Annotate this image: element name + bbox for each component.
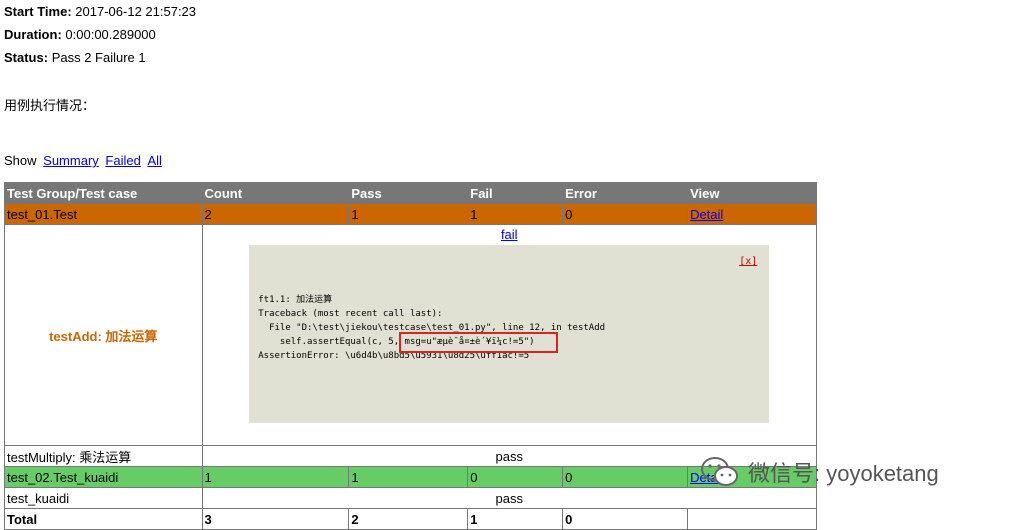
table-header-row: Test Group/Test case Count Pass Fail Err… bbox=[4, 182, 817, 204]
group-count: 2 bbox=[201, 203, 350, 225]
case-output-cell: fail [x] ft1.1: 加法运算 Traceback (most rec… bbox=[201, 224, 818, 446]
case-row-testkuaidi: test_kuaidi pass bbox=[4, 487, 818, 509]
group-row-test01: test_01.Test 2 1 1 0 Detail bbox=[4, 203, 817, 225]
group-row-test02: test_02.Test_kuaidi 1 1 0 0 Detail bbox=[4, 466, 817, 488]
status-value: Pass 2 Failure 1 bbox=[51, 50, 146, 65]
group-fail: 0 bbox=[467, 466, 564, 488]
case-row-testadd: testAdd: 加法运算 fail [x] ft1.1: 加法运算 Trace… bbox=[4, 224, 818, 446]
total-pass: 2 bbox=[348, 508, 469, 530]
header-count: Count bbox=[201, 182, 350, 204]
total-fail: 1 bbox=[467, 508, 564, 530]
case-row-testmultiply: testMultiply: 乘法运算 pass bbox=[4, 445, 818, 467]
group-fail: 1 bbox=[467, 203, 564, 225]
summary-link[interactable]: Summary bbox=[43, 153, 99, 168]
header-fail: Fail bbox=[467, 182, 564, 204]
header-pass: Pass bbox=[348, 182, 469, 204]
header-test-group: Test Group/Test case bbox=[4, 182, 203, 204]
group-pass: 1 bbox=[348, 466, 469, 488]
show-label: Show bbox=[4, 153, 37, 168]
all-link[interactable]: All bbox=[147, 153, 161, 168]
watermark-text: 微信号: yoyoketang bbox=[748, 461, 939, 486]
total-error: 0 bbox=[562, 508, 689, 530]
traceback-popup: [x] ft1.1: 加法运算 Traceback (most recent c… bbox=[249, 245, 770, 423]
header-view: View bbox=[687, 182, 817, 204]
show-filter: Show Summary Failed All bbox=[4, 153, 162, 168]
group-error: 0 bbox=[562, 466, 689, 488]
case-name: test_kuaidi bbox=[4, 487, 203, 509]
close-popup-button[interactable]: [x] bbox=[739, 255, 757, 269]
case-name: testMultiply: 乘法运算 bbox=[4, 445, 203, 467]
total-view bbox=[687, 508, 817, 530]
total-count: 3 bbox=[201, 508, 350, 530]
group-error: 0 bbox=[562, 203, 689, 225]
fail-link-wrap: fail bbox=[205, 227, 814, 242]
start-time-label: Start Time: bbox=[4, 4, 72, 19]
status-label: Status: bbox=[4, 50, 49, 65]
report-description: 用例执行情况： bbox=[4, 98, 96, 113]
case-status: pass bbox=[201, 487, 818, 509]
group-view: Detail bbox=[687, 203, 817, 225]
detail-link[interactable]: Detail bbox=[690, 207, 723, 222]
group-count: 1 bbox=[201, 466, 350, 488]
report-attributes: Start Time: 2017-06-12 21:57:23 Duration… bbox=[4, 0, 196, 69]
wechat-watermark: 微信号: yoyoketang bbox=[700, 455, 939, 489]
duration-value: 0:00:00.289000 bbox=[65, 27, 156, 42]
header-error: Error bbox=[562, 182, 689, 204]
duration-label: Duration: bbox=[4, 27, 62, 42]
start-time-value: 2017-06-12 21:57:23 bbox=[75, 4, 197, 19]
failed-link[interactable]: Failed bbox=[105, 153, 140, 168]
start-time: Start Time: 2017-06-12 21:57:23 bbox=[4, 0, 196, 23]
total-row: Total 3 2 1 0 bbox=[4, 508, 817, 530]
group-name: test_02.Test_kuaidi bbox=[4, 466, 203, 488]
fail-link[interactable]: fail bbox=[501, 227, 518, 242]
wechat-icon bbox=[701, 457, 738, 486]
case-name-cell: testAdd: 加法运算 bbox=[4, 224, 203, 446]
highlight-box bbox=[399, 332, 559, 353]
group-pass: 1 bbox=[348, 203, 469, 225]
case-name: testAdd: 加法运算 bbox=[49, 328, 158, 344]
duration: Duration: 0:00:00.289000 bbox=[4, 23, 196, 46]
result-table: Test Group/Test case Count Pass Fail Err… bbox=[4, 182, 818, 530]
group-name: test_01.Test bbox=[4, 203, 203, 225]
total-label: Total bbox=[4, 508, 203, 530]
status: Status: Pass 2 Failure 1 bbox=[4, 46, 196, 69]
